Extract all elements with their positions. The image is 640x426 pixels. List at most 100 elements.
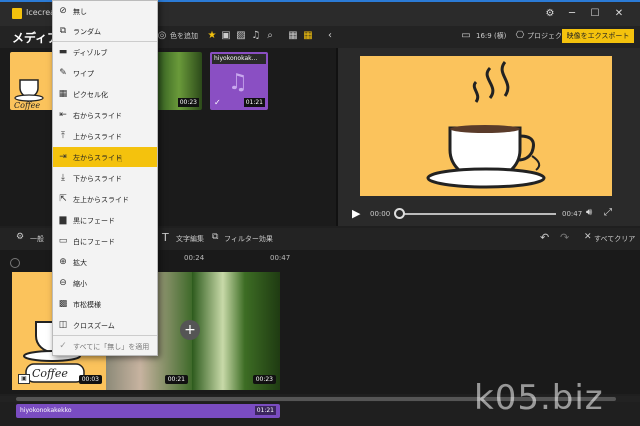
library-duration: 01:21 <box>243 98 265 107</box>
seek-handle[interactable] <box>394 208 405 219</box>
clip-duration: 00:21 <box>164 375 188 384</box>
menu-item-label: 白にフェード <box>73 238 115 246</box>
coffee-thumbnail: Coffee <box>14 79 44 110</box>
menu-item-slide-bottom[interactable]: ⤓ 下からスライド <box>53 168 157 188</box>
menu-item-fade-white[interactable]: ▭ 白にフェード <box>53 231 157 251</box>
menu-item-wipe[interactable]: ✎ ワイプ <box>53 63 157 83</box>
timeline-clip[interactable]: 00:23 <box>192 272 280 390</box>
minimize-icon[interactable]: ─ <box>565 7 579 21</box>
slide-top-icon: ⤒ <box>61 131 65 141</box>
grid-large-icon[interactable]: ▦ <box>287 30 299 42</box>
zoom-in-icon: ⊕ <box>59 257 67 267</box>
gear-icon[interactable]: ⚙ <box>16 232 24 242</box>
audio-name: hiyokonokak... <box>212 54 266 64</box>
dissolve-icon: ▬ <box>58 47 68 57</box>
menu-item-label: ランダム <box>73 28 101 36</box>
menu-item-checker[interactable]: ▩ 市松模様 <box>53 294 157 314</box>
menu-item-zoom-in[interactable]: ⊕ 拡大 <box>53 252 157 272</box>
library-item-image[interactable]: Coffee <box>10 52 54 110</box>
settings-icon[interactable]: ⚙ <box>543 7 557 21</box>
music-note-icon: ♫ <box>228 70 248 95</box>
redo-icon[interactable]: ↷ <box>560 231 569 244</box>
watermark: k05.biz <box>474 378 604 418</box>
menu-item-label: 縮小 <box>73 280 87 288</box>
star-icon[interactable]: ★ <box>206 30 218 42</box>
playhead-icon[interactable] <box>10 258 20 268</box>
wipe-icon: ✎ <box>59 68 67 78</box>
clip-duration: 00:03 <box>78 375 102 384</box>
close-icon[interactable]: ✕ <box>612 7 626 21</box>
video-preview <box>360 56 612 196</box>
collapse-icon[interactable]: ‹ <box>324 30 336 42</box>
play-icon[interactable]: ▶ <box>352 207 360 220</box>
fullscreen-icon[interactable]: ⤢ <box>604 207 612 218</box>
audio-clip-name: hiyokonokakekko <box>20 407 72 414</box>
clip-type-icon: ▣ <box>18 374 30 384</box>
menu-item-label: クロスズーム <box>73 322 115 330</box>
menu-item-pixelate[interactable]: ▦ ピクセル化 <box>53 84 157 104</box>
filter-icon[interactable]: ⧉ <box>212 232 218 242</box>
tick-label: 00:24 <box>184 254 205 262</box>
menu-item-label: 無し <box>73 8 87 16</box>
menu-item-zoom-out[interactable]: ⊖ 縮小 <box>53 273 157 293</box>
menu-item-slide-left[interactable]: ⇥ 左からスライド ☝ <box>53 147 157 167</box>
clip-duration: 00:23 <box>252 375 276 384</box>
clear-icon[interactable]: ✕ <box>584 232 592 242</box>
player-controls: ▶ 00:00 00:47 🔊︎ ⤢ <box>338 206 640 222</box>
film-icon[interactable]: ▣ <box>220 30 232 42</box>
search-icon[interactable]: ⌕ <box>264 30 276 42</box>
menu-item-fade-black[interactable]: ▆ 黒にフェード <box>53 210 157 230</box>
current-time: 00:00 <box>370 210 391 218</box>
check-icon: ✓ <box>214 98 221 107</box>
filter-button[interactable]: フィルター効果 <box>224 234 273 244</box>
project-icon[interactable]: ⎔ <box>514 30 526 42</box>
cursor-icon: ☝ <box>117 155 123 165</box>
menu-item-none[interactable]: ⊘ 無し <box>53 1 157 21</box>
menu-item-label: 黒にフェード <box>73 217 115 225</box>
general-button[interactable]: 一般 <box>30 234 44 244</box>
transition-menu: ⊘ 無し ⧉ ランダム ▬ ディゾルブ ✎ ワイプ ▦ ピクセル化 ⇤ 右からス… <box>52 0 158 356</box>
add-color-button[interactable]: 色を追加 <box>170 31 198 41</box>
menu-item-label: 左からスライド <box>73 154 122 162</box>
menu-item-dissolve[interactable]: ▬ ディゾルブ <box>53 42 157 62</box>
menu-item-label: 市松模様 <box>73 301 101 309</box>
seek-bar[interactable] <box>400 213 556 215</box>
crosszoom-icon: ◫ <box>58 320 68 330</box>
add-transition-button[interactable]: + <box>180 320 200 340</box>
maximize-icon[interactable]: ☐ <box>588 7 602 21</box>
menu-item-crosszoom[interactable]: ◫ クロスズーム <box>53 315 157 335</box>
undo-icon[interactable]: ↶ <box>540 231 549 244</box>
menu-item-random[interactable]: ⧉ ランダム <box>53 21 157 41</box>
media-library: Coffee 00:23 hiyokonokak... ♫ ✓ 01:21 <box>0 48 336 226</box>
menu-item-label: 拡大 <box>73 259 87 267</box>
library-item-audio[interactable]: hiyokonokak... ♫ ✓ 01:21 <box>210 52 268 110</box>
menu-item-label: ディゾルブ <box>73 49 108 57</box>
menu-item-slide-topleft[interactable]: ⇱ 左上からスライド <box>53 189 157 209</box>
check-icon: ✓ <box>59 341 67 351</box>
text-icon[interactable]: T <box>162 231 169 244</box>
grid-small-icon[interactable]: ▦ <box>302 30 314 42</box>
menu-item-label: 左上からスライド <box>73 196 129 204</box>
volume-icon[interactable]: 🔊︎ <box>586 207 592 218</box>
clear-all-button[interactable]: すべてクリア <box>594 234 635 244</box>
menu-item-slide-top[interactable]: ⤒ 上からスライド <box>53 126 157 146</box>
pixelate-icon: ▦ <box>58 89 68 99</box>
menu-item-slide-right[interactable]: ⇤ 右からスライド <box>53 105 157 125</box>
aspect-ratio-select[interactable]: 16:9 (横) <box>476 31 506 41</box>
audio-clip-duration: 01:21 <box>254 406 276 415</box>
menu-item-apply-all[interactable]: ✓ すべてに「無し」を適用 <box>53 336 157 356</box>
aspect-icon[interactable]: ▭ <box>458 30 474 42</box>
menu-item-label: 右からスライド <box>73 112 122 120</box>
coffee-illustration <box>426 61 546 189</box>
tick-label: 00:47 <box>270 254 291 262</box>
image-icon[interactable]: ▨ <box>235 30 247 42</box>
menu-item-label: ピクセル化 <box>73 91 108 99</box>
audio-clip[interactable]: hiyokonokakekko 01:21 <box>16 404 280 418</box>
text-edit-button[interactable]: 文字編集 <box>176 234 204 244</box>
music-icon[interactable]: ♫ <box>250 30 262 42</box>
zoom-out-icon: ⊖ <box>59 278 67 288</box>
export-label: 映像をエクスポート <box>566 32 630 40</box>
menu-item-label: すべてに「無し」を適用 <box>73 343 150 351</box>
library-item-video[interactable]: 00:23 <box>156 52 202 110</box>
export-button[interactable]: 映像をエクスポート <box>562 29 634 43</box>
